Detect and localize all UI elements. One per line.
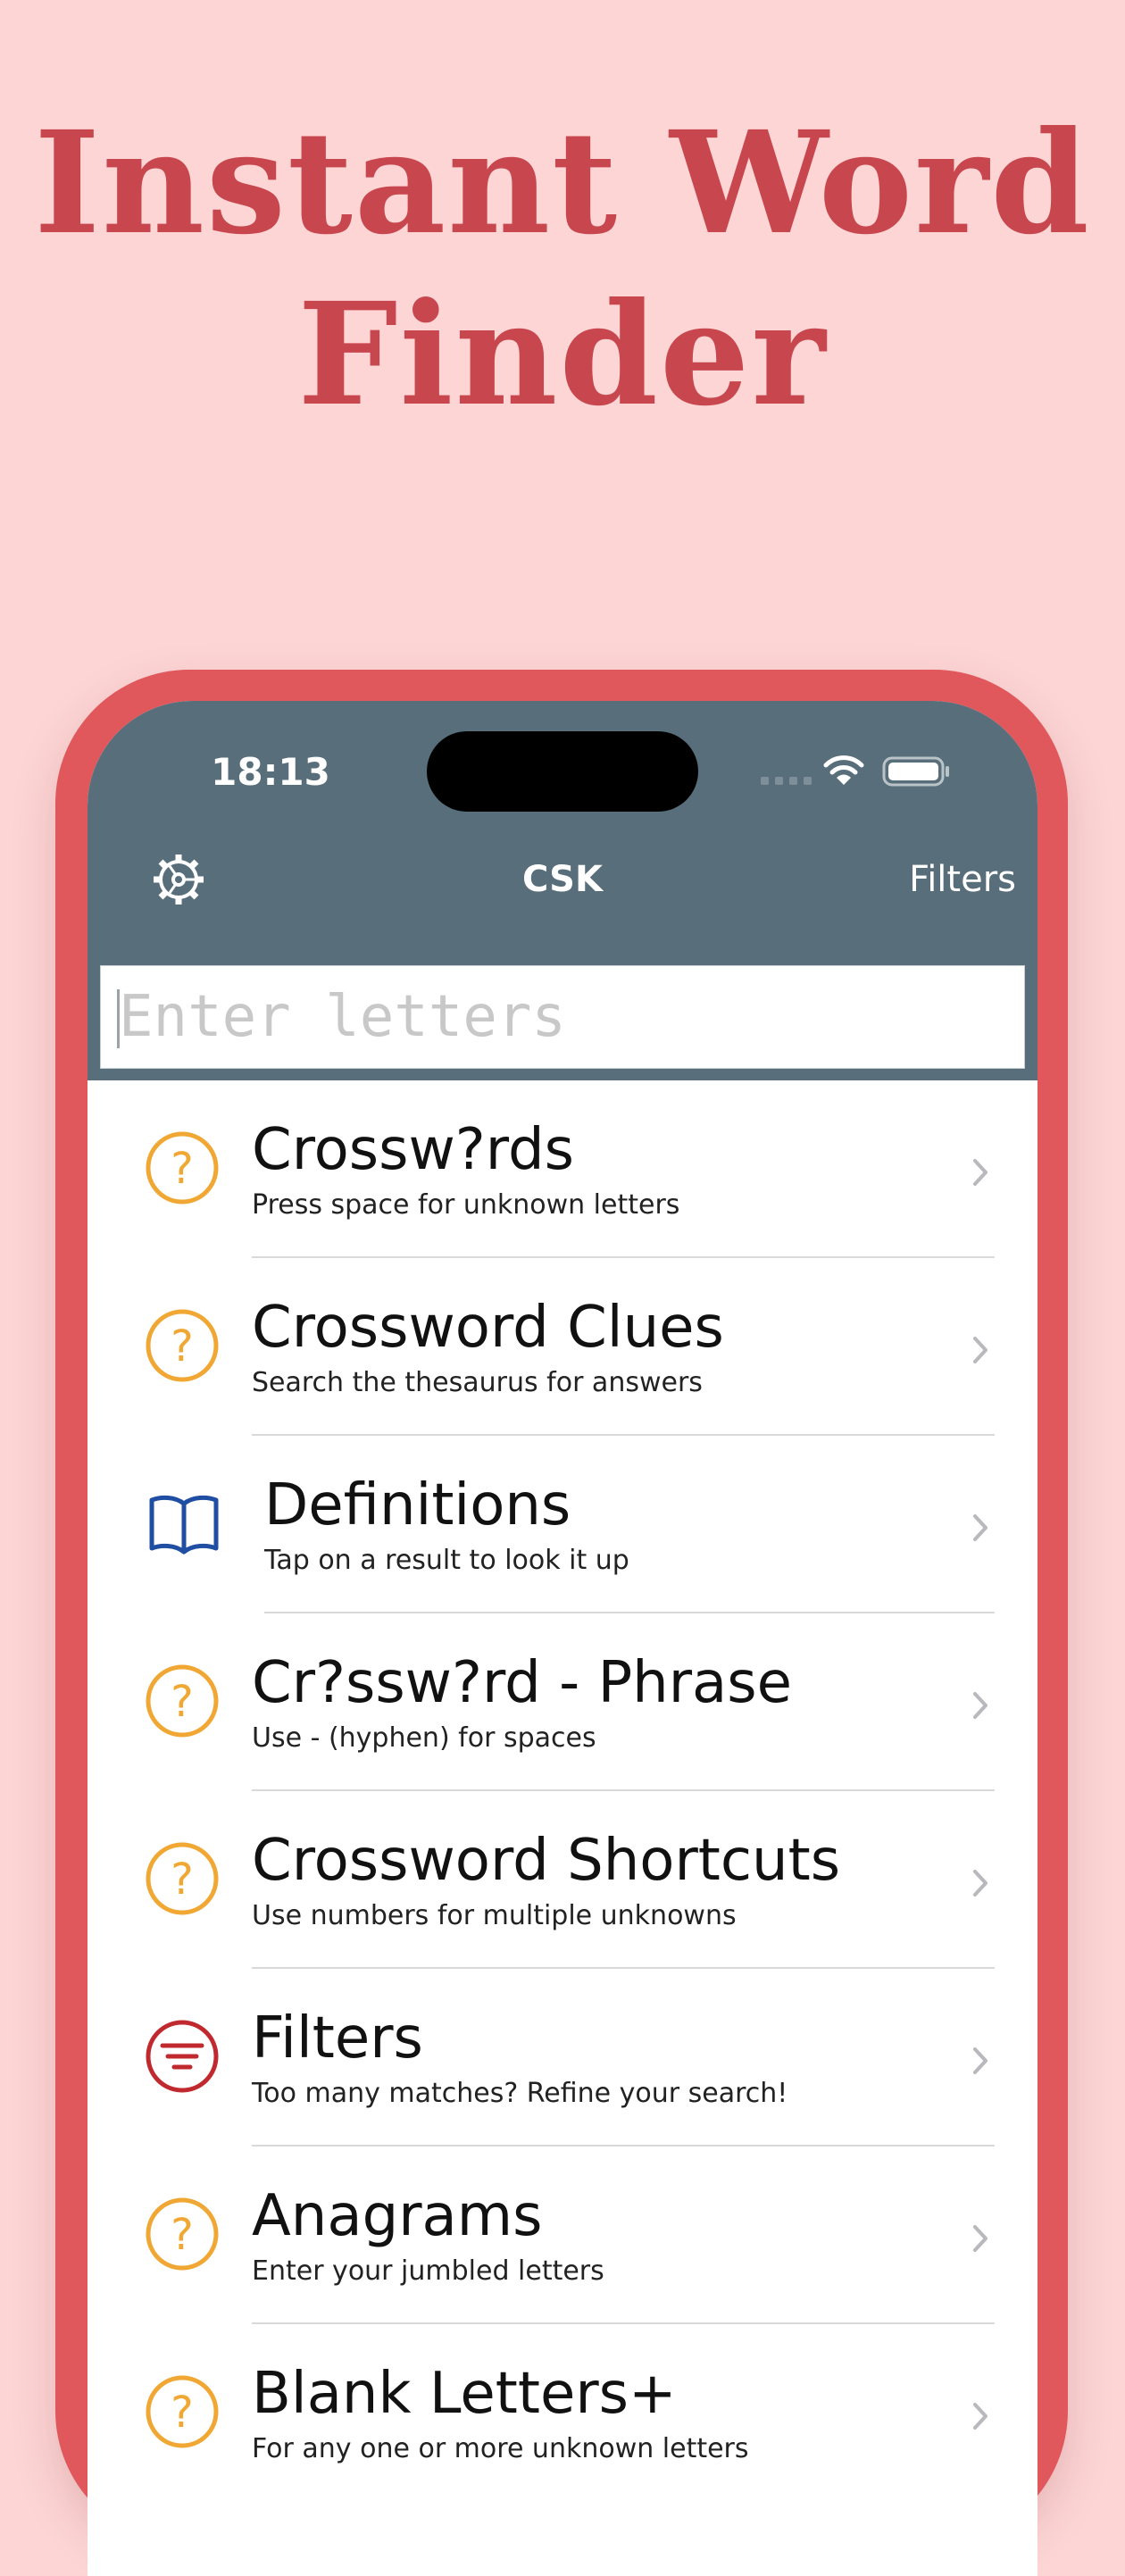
filter-icon	[146, 2020, 219, 2093]
menu-item-subtitle: Too many matches? Refine your search!	[252, 2078, 788, 2109]
chevron-right-icon	[973, 1870, 988, 1897]
chevron-right-icon	[973, 1514, 988, 1541]
menu-item-subtitle: Tap on a result to look it up	[264, 1545, 629, 1576]
menu-list: ? Crossw?rds Press space for unknown let…	[88, 1080, 1038, 2502]
chevron-right-icon	[973, 1337, 988, 1363]
menu-item-subtitle: Use numbers for multiple unknowns	[252, 1900, 737, 1931]
menu-item-crossword-clues[interactable]: ? Crossword Clues Search the thesaurus f…	[88, 1258, 1038, 1436]
cellular-signal-icon	[761, 777, 812, 786]
filters-button[interactable]: Filters	[820, 853, 1016, 906]
svg-text:?: ?	[171, 2388, 193, 2438]
battery-icon	[882, 756, 949, 787]
chevron-right-icon	[973, 2225, 988, 2252]
menu-item-filters[interactable]: Filters Too many matches? Refine your se…	[88, 1969, 1038, 2147]
menu-item-subtitle: Search the thesaurus for answers	[252, 1367, 703, 1398]
promo-headline: Instant Word Finder	[0, 98, 1125, 441]
menu-item-title: Filters	[252, 2005, 423, 2072]
menu-item-title: Crossword Clues	[252, 1295, 724, 1361]
question-icon: ?	[146, 1131, 219, 1205]
book-icon	[149, 1495, 219, 1555]
menu-item-crossword-shortcuts[interactable]: ? Crossword Shortcuts Use numbers for mu…	[88, 1791, 1038, 1969]
menu-item-subtitle: Press space for unknown letters	[252, 1189, 680, 1221]
chevron-right-icon	[973, 2047, 988, 2074]
question-icon: ?	[146, 2375, 219, 2448]
search-input[interactable]	[119, 966, 1003, 1068]
svg-text:?: ?	[171, 1855, 193, 1905]
top-bar: 18:13 CSK Filters Enter letters	[88, 701, 1038, 1080]
question-icon: ?	[146, 1309, 219, 1382]
headline-line-1: Instant Word	[34, 101, 1091, 266]
question-icon: ?	[146, 2197, 219, 2271]
menu-item-subtitle: Use - (hyphen) for spaces	[252, 1722, 596, 1754]
menu-item-crossword-phrase[interactable]: ? Cr?ssw?rd - Phrase Use - (hyphen) for …	[88, 1613, 1038, 1791]
chevron-right-icon	[973, 1692, 988, 1719]
question-icon: ?	[146, 1664, 219, 1738]
menu-item-title: Crossw?rds	[252, 1117, 574, 1183]
menu-item-blank-letters[interactable]: ? Blank Letters+ For any one or more unk…	[88, 2324, 1038, 2502]
menu-item-title: Crossword Shortcuts	[252, 1828, 841, 1894]
menu-item-crosswords[interactable]: ? Crossw?rds Press space for unknown let…	[88, 1080, 1038, 1258]
menu-item-definitions[interactable]: Definitions Tap on a result to look it u…	[88, 1436, 1038, 1613]
menu-item-anagrams[interactable]: ? Anagrams Enter your jumbled letters	[88, 2147, 1038, 2324]
svg-text:?: ?	[171, 1144, 193, 1194]
dynamic-island	[427, 731, 698, 812]
menu-item-subtitle: For any one or more unknown letters	[252, 2433, 749, 2464]
gear-icon[interactable]	[152, 853, 205, 906]
menu-item-title: Blank Letters+	[252, 2361, 677, 2427]
svg-text:?: ?	[171, 1321, 193, 1371]
status-time: 18:13	[211, 750, 330, 794]
search-field[interactable]	[100, 965, 1025, 1069]
menu-item-title: Cr?ssw?rd - Phrase	[252, 1650, 792, 1716]
menu-item-title: Anagrams	[252, 2183, 543, 2249]
menu-item-title: Definitions	[264, 1472, 571, 1538]
wifi-icon	[823, 755, 864, 785]
phone-screen: 18:13 CSK Filters Enter letters ? Crossw…	[88, 701, 1038, 2576]
nav-title: CSK	[522, 859, 603, 900]
question-icon: ?	[146, 1842, 219, 1915]
menu-item-subtitle: Enter your jumbled letters	[252, 2255, 604, 2287]
svg-text:?: ?	[171, 1677, 193, 1727]
headline-line-2: Finder	[297, 272, 828, 438]
chevron-right-icon	[973, 2403, 988, 2430]
svg-text:?: ?	[171, 2210, 193, 2260]
chevron-right-icon	[973, 1159, 988, 1186]
